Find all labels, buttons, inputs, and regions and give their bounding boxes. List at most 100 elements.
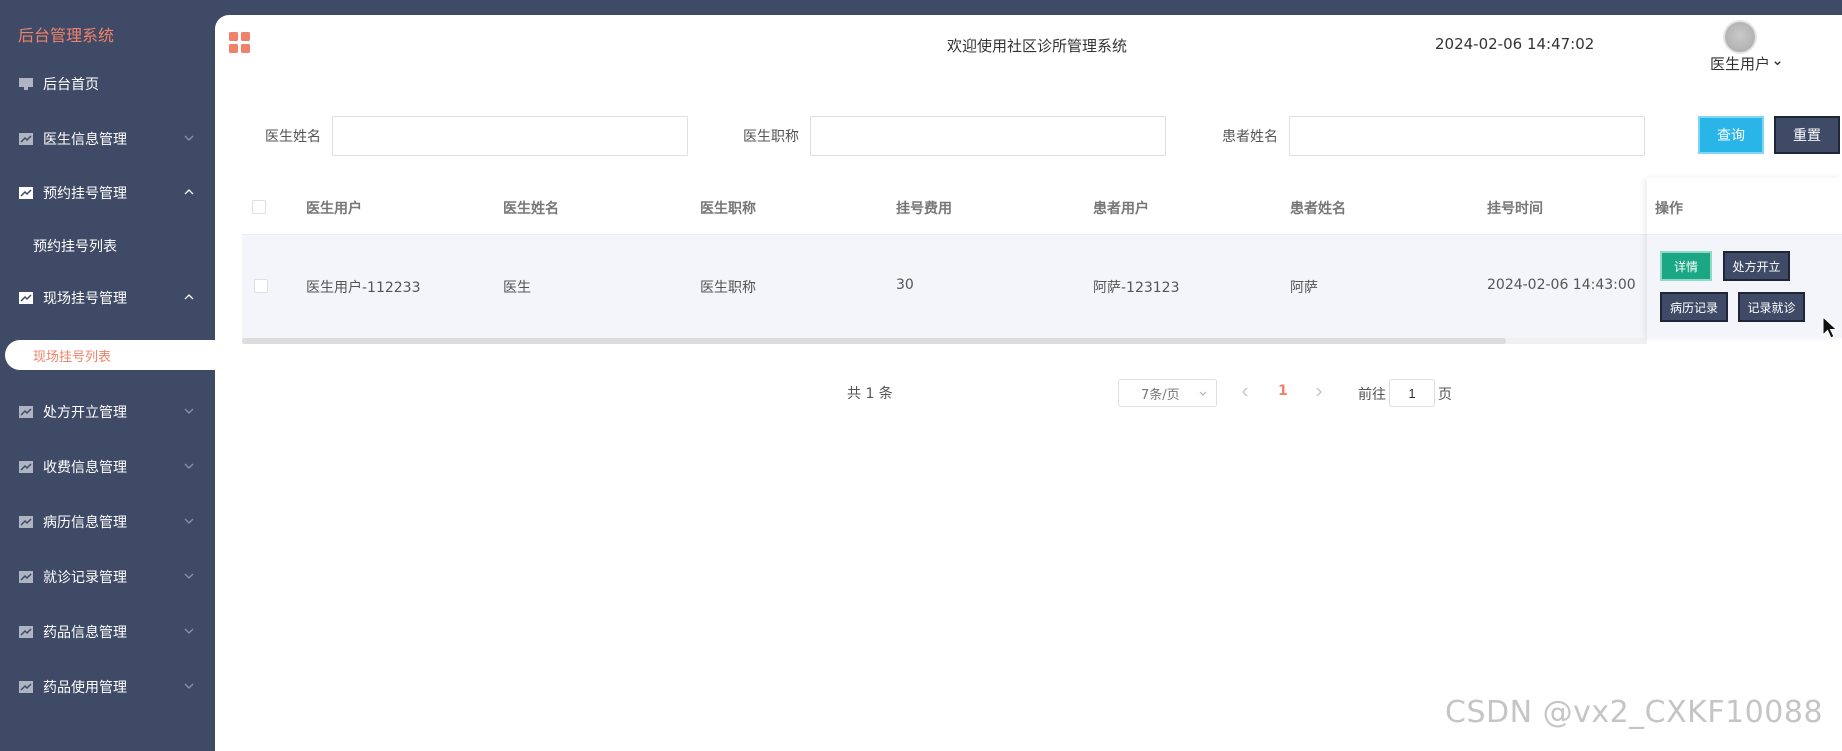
chevron-up-icon	[184, 189, 194, 195]
reset-button[interactable]: 重置	[1774, 116, 1840, 154]
column-header: 挂号时间	[1487, 201, 1543, 217]
patient-name-input[interactable]	[1289, 116, 1645, 156]
record-visit-button[interactable]: 记录就诊	[1738, 292, 1805, 322]
sidebar-item-label: 药品使用管理	[43, 680, 127, 696]
chart-icon	[19, 516, 33, 528]
goto-unit: 页	[1438, 387, 1452, 403]
row-checkbox[interactable]	[254, 279, 268, 293]
chart-icon	[19, 133, 33, 145]
column-header: 医生职称	[700, 201, 756, 217]
column-header: 操作	[1655, 201, 1683, 217]
search-patient-name: 患者姓名	[1222, 116, 1645, 156]
sidebar-item-medical-records[interactable]: 病历信息管理	[0, 502, 215, 542]
column-header: 医生姓名	[503, 201, 559, 217]
chart-icon	[19, 571, 33, 583]
horizontal-scrollbar-thumb[interactable]	[242, 338, 1506, 344]
sidebar-item-label: 病历信息管理	[43, 515, 127, 531]
mouse-cursor-icon	[1822, 316, 1838, 339]
query-button[interactable]: 查询	[1698, 116, 1764, 154]
table-cell: 医生职称	[700, 280, 756, 296]
chevron-down-icon	[184, 573, 194, 579]
actions-cell: 详情 处方开立 病历记录 记录就诊	[1647, 235, 1842, 338]
sidebar-item-label: 就诊记录管理	[43, 570, 127, 586]
page-size-select[interactable]: 7条/页	[1118, 379, 1217, 407]
pagination-total: 共 1 条	[847, 386, 893, 402]
column-header: 患者姓名	[1290, 201, 1346, 217]
sidebar-item-home[interactable]: 后台首页	[0, 64, 215, 104]
chevron-down-icon	[184, 628, 194, 634]
sidebar-item-onsite-list[interactable]: 现场挂号列表	[5, 340, 215, 370]
sidebar-item-appointment-list[interactable]: 预约挂号列表	[0, 226, 215, 266]
user-dropdown[interactable]: 医生用户	[1710, 53, 1782, 74]
doctor-title-input[interactable]	[810, 116, 1166, 156]
sidebar-item-label: 收费信息管理	[43, 460, 127, 476]
sidebar-item-label: 预约挂号管理	[43, 186, 127, 202]
chevron-down-icon	[184, 463, 194, 469]
page-size-value: 7条/页	[1141, 387, 1180, 403]
table-cell: 阿萨-123123	[1093, 280, 1180, 296]
chevron-down-icon	[1199, 391, 1207, 396]
caret-down-icon	[1774, 61, 1781, 66]
prescribe-button[interactable]: 处方开立	[1723, 251, 1790, 281]
grid-menu-icon[interactable]	[229, 32, 251, 54]
table-row[interactable]: 医生用户-112233 医生 医生职称 30 阿萨-123123 阿萨 2024…	[242, 235, 1842, 338]
sidebar-item-label: 现场挂号列表	[33, 349, 112, 365]
sidebar-item-label: 医生信息管理	[43, 132, 127, 148]
brand-title: 后台管理系统	[18, 26, 115, 45]
select-all-checkbox[interactable]	[252, 200, 266, 214]
table-cell: 医生用户-112233	[306, 280, 421, 296]
sidebar-item-label: 处方开立管理	[43, 405, 127, 421]
sidebar-item-label: 药品信息管理	[43, 625, 127, 641]
chart-icon	[19, 292, 33, 304]
chevron-down-icon	[184, 683, 194, 689]
sidebar-item-drug-info[interactable]: 药品信息管理	[0, 612, 215, 652]
page-number[interactable]: 1	[1278, 383, 1288, 399]
monitor-icon	[19, 78, 33, 90]
top-header: 欢迎使用社区诊所管理系统 2024-02-06 14:47:02 医生用户	[215, 15, 1842, 75]
column-header: 挂号费用	[896, 201, 952, 217]
doctor-title-label: 医生职称	[743, 129, 799, 145]
doctor-name-label: 医生姓名	[265, 129, 321, 145]
chevron-down-icon	[184, 518, 194, 524]
table-cell: 阿萨	[1290, 280, 1318, 296]
sidebar-item-billing[interactable]: 收费信息管理	[0, 447, 215, 487]
main-panel: 欢迎使用社区诊所管理系统 2024-02-06 14:47:02 医生用户 医生…	[215, 15, 1842, 751]
medical-record-button[interactable]: 病历记录	[1660, 292, 1728, 322]
table-cell: 2024-02-06 14:43:00	[1487, 277, 1636, 293]
next-page-icon[interactable]	[1313, 385, 1325, 399]
sidebar-item-visits[interactable]: 就诊记录管理	[0, 557, 215, 597]
column-header: 患者用户	[1093, 201, 1149, 217]
sidebar-item-drug-usage[interactable]: 药品使用管理	[0, 667, 215, 707]
chart-icon	[19, 681, 33, 693]
sidebar-item-label: 后台首页	[43, 77, 99, 93]
doctor-name-input[interactable]	[332, 116, 688, 156]
goto-label: 前往	[1358, 387, 1386, 403]
sidebar-item-prescription[interactable]: 处方开立管理	[0, 392, 215, 432]
sidebar-item-label: 预约挂号列表	[33, 239, 117, 255]
chevron-up-icon	[184, 294, 194, 300]
sidebar-item-onsite[interactable]: 现场挂号管理	[0, 278, 215, 318]
avatar[interactable]	[1723, 20, 1757, 54]
chart-icon	[19, 461, 33, 473]
search-doctor-name: 医生姓名	[265, 116, 688, 156]
datetime-display: 2024-02-06 14:47:02	[1435, 35, 1595, 53]
search-doctor-title: 医生职称	[743, 116, 1166, 156]
patient-name-label: 患者姓名	[1222, 129, 1278, 145]
chart-icon	[19, 626, 33, 638]
chevron-down-icon	[184, 135, 194, 141]
chart-icon	[19, 187, 33, 199]
sidebar-item-doctor-info[interactable]: 医生信息管理	[0, 119, 215, 159]
actions-header: 操作	[1647, 178, 1842, 235]
chevron-down-icon	[184, 408, 194, 414]
table-cell: 30	[896, 277, 914, 293]
user-name: 医生用户	[1710, 55, 1771, 73]
table-cell: 医生	[503, 280, 531, 296]
prev-page-icon[interactable]	[1239, 385, 1251, 399]
goto-page-input[interactable]	[1389, 379, 1435, 407]
column-header: 医生用户	[306, 201, 362, 217]
chart-icon	[19, 406, 33, 418]
watermark: CSDN @vx2_CXKF10088	[1445, 695, 1824, 730]
sidebar-item-appointment[interactable]: 预约挂号管理	[0, 173, 215, 213]
detail-button[interactable]: 详情	[1660, 251, 1712, 281]
sidebar: 后台管理系统 后台首页 医生信息管理 预约挂号管理 预约挂号列表 现场挂号管理 …	[0, 0, 215, 751]
